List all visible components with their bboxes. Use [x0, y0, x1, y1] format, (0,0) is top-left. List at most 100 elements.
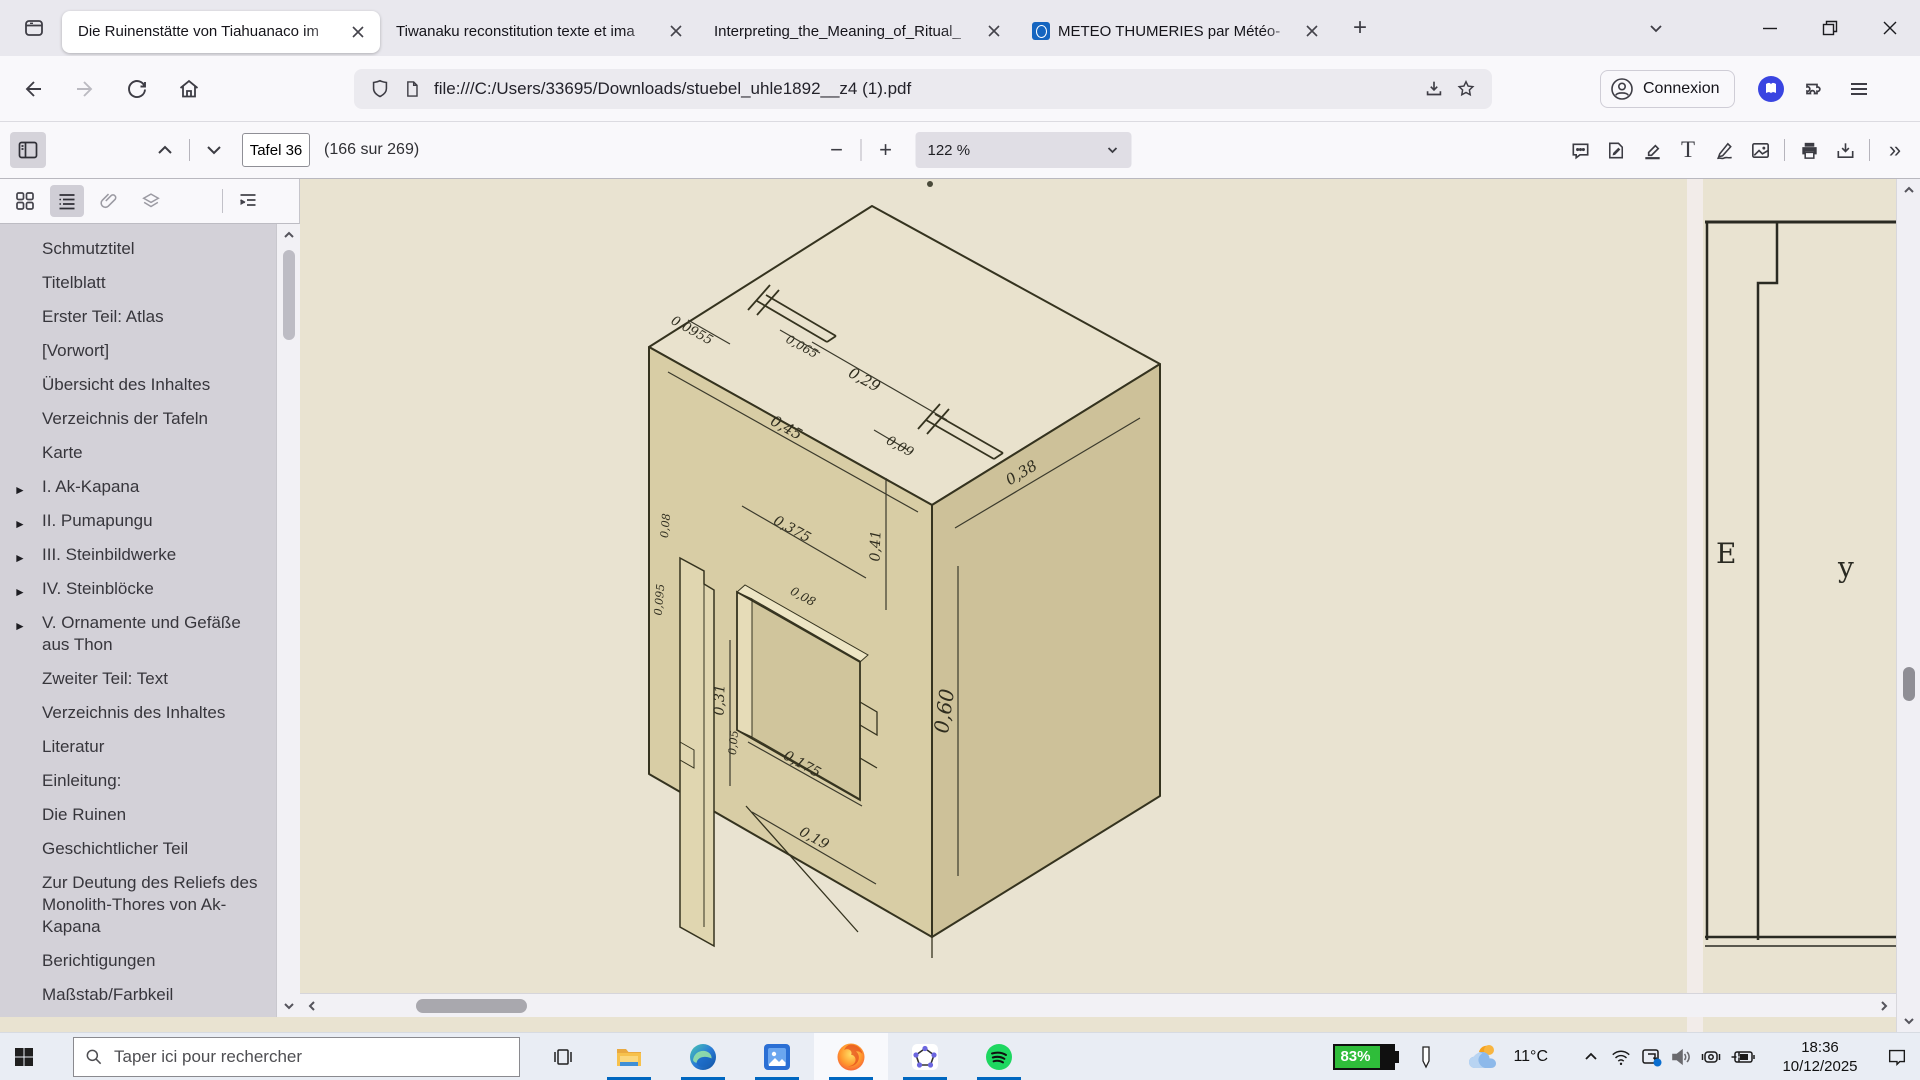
list-all-tabs-icon[interactable]: [1638, 10, 1674, 46]
bookmark-star-icon[interactable]: [1450, 73, 1482, 105]
scroll-down-icon[interactable]: [277, 995, 301, 1017]
taskbar-clock[interactable]: 18:36 10/12/2025: [1766, 1038, 1874, 1076]
toc-item[interactable]: Die Ruinen: [0, 798, 300, 832]
highlighter-tool-icon[interactable]: [1634, 132, 1670, 168]
account-login-button[interactable]: Connexion: [1600, 70, 1735, 108]
power-battery-icon[interactable]: [1726, 1033, 1760, 1080]
downloads-icon[interactable]: [1418, 73, 1450, 105]
toc-item[interactable]: Maßstab/Farbkeil: [0, 978, 300, 1012]
hscroll-thumb[interactable]: [416, 999, 527, 1013]
scroll-left-icon[interactable]: [300, 994, 324, 1018]
back-icon[interactable]: [14, 70, 52, 108]
zoom-out-button[interactable]: −: [819, 132, 855, 168]
expander-icon[interactable]: ►: [14, 513, 26, 535]
expander-icon[interactable]: ►: [14, 479, 26, 501]
menu-hamburger-icon[interactable]: [1841, 71, 1877, 107]
tab-close-icon[interactable]: [346, 20, 370, 44]
toc-item[interactable]: ►I. Ak-Kapana: [0, 470, 300, 504]
wifi-icon[interactable]: [1606, 1033, 1636, 1080]
home-icon[interactable]: [170, 70, 208, 108]
toc-item[interactable]: [Vorwort]: [0, 334, 300, 368]
restore-button[interactable]: [1800, 3, 1860, 53]
thumbnails-view-icon[interactable]: [8, 185, 42, 217]
start-button[interactable]: [0, 1033, 48, 1080]
search-input[interactable]: [114, 1047, 509, 1067]
expander-icon[interactable]: ►: [14, 581, 26, 603]
scroll-down-icon[interactable]: [1897, 1010, 1920, 1032]
toc-item[interactable]: Zur Deutung des Reliefs des Monolith-Tho…: [0, 866, 300, 944]
toc-item[interactable]: Geschichtlicher Teil: [0, 832, 300, 866]
tab-close-icon[interactable]: [982, 19, 1006, 43]
scroll-up-icon[interactable]: [1897, 179, 1920, 201]
draw-tool-icon[interactable]: [1706, 132, 1742, 168]
notification-center-icon[interactable]: [1874, 1033, 1920, 1080]
vertical-scrollbar[interactable]: [1896, 179, 1920, 1032]
taskbar-app-geogebra[interactable]: [888, 1033, 962, 1080]
expander-icon[interactable]: ►: [14, 547, 26, 569]
sidebar-scroll-thumb[interactable]: [283, 250, 295, 340]
close-window-button[interactable]: [1860, 3, 1920, 53]
outline-view-icon[interactable]: [50, 185, 84, 217]
tab-interpreting[interactable]: Interpreting_the_Meaning_of_Ritual_: [698, 9, 1016, 53]
taskbar-app-firefox[interactable]: [814, 1033, 888, 1080]
previous-page-icon[interactable]: [147, 132, 183, 168]
reader-extension-icon[interactable]: [1757, 75, 1785, 103]
camera-privacy-icon[interactable]: [1696, 1033, 1726, 1080]
reload-icon[interactable]: [118, 70, 156, 108]
url-bar[interactable]: file:///C:/Users/33695/Downloads/stuebel…: [354, 69, 1492, 109]
zoom-in-button[interactable]: +: [868, 132, 904, 168]
battery-widget[interactable]: 83%: [1333, 1044, 1399, 1070]
page-icon[interactable]: [396, 73, 428, 105]
save-icon[interactable]: [1827, 132, 1863, 168]
vscroll-thumb[interactable]: [1903, 667, 1915, 701]
taskbar-app-photos[interactable]: [740, 1033, 814, 1080]
next-page-icon[interactable]: [196, 132, 232, 168]
toc-item[interactable]: ►III. Steinbildwerke: [0, 538, 300, 572]
pen-icon[interactable]: [1411, 1033, 1441, 1080]
sidebar-toggle-icon[interactable]: [10, 132, 46, 168]
toc-item[interactable]: ►II. Pumapungu: [0, 504, 300, 538]
tab-tiahuanaco[interactable]: Die Ruinenstätte von Tiahuanaco im: [62, 11, 380, 53]
toc-item[interactable]: ►V. Ornamente und Gefäße aus Thon: [0, 606, 300, 662]
taskbar-app-spotify[interactable]: [962, 1033, 1036, 1080]
current-outline-item-icon[interactable]: [231, 185, 265, 217]
toc-item[interactable]: Berichtigungen: [0, 944, 300, 978]
url-text[interactable]: file:///C:/Users/33695/Downloads/stuebel…: [428, 79, 1418, 99]
hscroll-track[interactable]: [324, 994, 1872, 1018]
scroll-up-icon[interactable]: [277, 224, 301, 246]
taskbar-app-explorer[interactable]: [592, 1033, 666, 1080]
print-icon[interactable]: [1791, 132, 1827, 168]
tab-close-icon[interactable]: [1300, 19, 1324, 43]
zoom-level-select[interactable]: 122 %: [916, 132, 1132, 168]
tab-tiwanaku[interactable]: Tiwanaku reconstitution texte et ima: [380, 9, 698, 53]
more-tools-icon[interactable]: »: [1876, 132, 1912, 168]
toc-item[interactable]: Verzeichnis des Inhaltes: [0, 696, 300, 730]
tab-close-icon[interactable]: [664, 19, 688, 43]
toc-item[interactable]: Einleitung:: [0, 764, 300, 798]
expander-icon[interactable]: ►: [14, 615, 26, 637]
toc-item[interactable]: ►IV. Steinblöcke: [0, 572, 300, 606]
comment-tool-icon[interactable]: [1562, 132, 1598, 168]
hidden-icons-chevron-icon[interactable]: [1576, 1033, 1606, 1080]
attachments-icon[interactable]: [92, 185, 126, 217]
extensions-puzzle-icon[interactable]: [1795, 71, 1831, 107]
toc-item[interactable]: Titelblatt: [0, 266, 300, 300]
toc-item[interactable]: Übersicht des Inhaltes: [0, 368, 300, 402]
task-view-button[interactable]: [534, 1033, 592, 1080]
toc-item[interactable]: Verzeichnis der Tafeln: [0, 402, 300, 436]
sidebar-scrollbar[interactable]: [276, 224, 300, 1017]
toc-item[interactable]: Literatur: [0, 730, 300, 764]
image-tool-icon[interactable]: [1742, 132, 1778, 168]
weather-widget[interactable]: 11°C: [1467, 1042, 1548, 1072]
horizontal-scrollbar[interactable]: [300, 993, 1896, 1017]
new-tab-button[interactable]: +: [1342, 10, 1378, 46]
page-number-input[interactable]: [242, 133, 310, 167]
forward-icon[interactable]: [66, 70, 104, 108]
taskbar-search-box[interactable]: [73, 1037, 520, 1077]
shield-icon[interactable]: [364, 73, 396, 105]
signature-tool-icon[interactable]: [1598, 132, 1634, 168]
toc-item[interactable]: Erster Teil: Atlas: [0, 300, 300, 334]
layers-icon[interactable]: [134, 185, 168, 217]
minimize-button[interactable]: [1740, 3, 1800, 53]
scroll-right-icon[interactable]: [1872, 994, 1896, 1018]
